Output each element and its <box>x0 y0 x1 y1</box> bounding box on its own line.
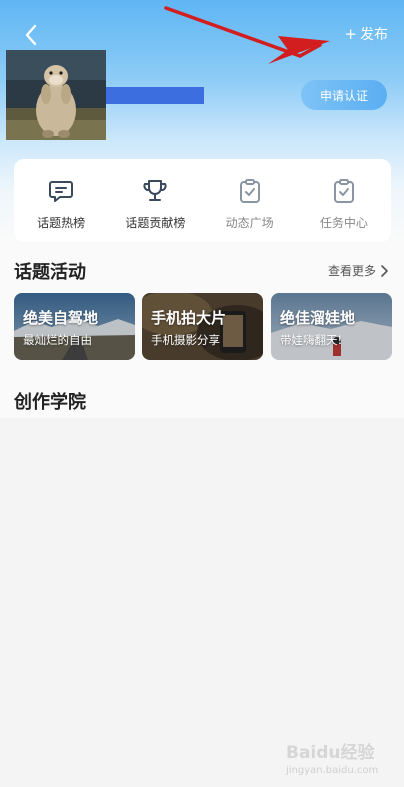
quick-menu-card: 话题热榜 话题贡献榜 动态广场 任务中心 <box>14 159 391 242</box>
quick-item-label: 动态广场 <box>225 216 274 230</box>
trophy-icon <box>143 180 167 201</box>
avatar[interactable] <box>6 50 106 140</box>
quick-item-topic-hot[interactable]: 话题热榜 <box>17 177 105 231</box>
topic-card-subtitle: 手机摄影分享 <box>151 333 220 347</box>
screen: + 发布 申请认证 话题热榜 话题贡献榜 动态广场 任务中心 话题活动 查看更多… <box>0 0 404 787</box>
topic-card-subtitle: 最灿烂的自由 <box>23 333 92 347</box>
topics-section-title: 话题活动 <box>14 262 86 283</box>
academy-section-title: 创作学院 <box>14 392 86 413</box>
plus-icon: + <box>344 25 357 43</box>
clipboard-check-icon <box>239 179 260 203</box>
chevron-left-icon <box>25 24 37 46</box>
topic-card-subtitle: 带娃嗨翻天! <box>280 333 343 347</box>
quick-item-label: 话题贡献榜 <box>125 216 186 230</box>
publish-button[interactable]: + 发布 <box>344 24 388 44</box>
quick-item-dynamic-square[interactable]: 动态广场 <box>206 177 294 231</box>
topic-card-title: 绝佳溜娃地 <box>280 309 356 327</box>
quick-item-label: 话题热榜 <box>37 216 86 230</box>
quick-item-label: 任务中心 <box>319 216 368 230</box>
username-redacted <box>106 87 204 104</box>
clipboard-check-icon <box>333 179 354 203</box>
topic-card-phone-photo[interactable]: 手机拍大片 手机摄影分享 <box>142 293 263 360</box>
see-more-label: 查看更多 <box>327 264 376 278</box>
quick-item-task-center[interactable]: 任务中心 <box>300 177 388 231</box>
topic-card-road-trip[interactable]: 绝美自驾地 最灿烂的自由 <box>14 293 135 360</box>
quick-item-topic-contribution[interactable]: 话题贡献榜 <box>111 177 199 231</box>
topic-card-title: 绝美自驾地 <box>23 309 99 327</box>
back-button[interactable] <box>18 22 44 48</box>
chat-list-icon <box>49 181 74 202</box>
content-background <box>0 418 404 787</box>
chevron-right-icon <box>381 264 388 277</box>
see-more-link[interactable]: 查看更多 <box>328 262 388 279</box>
topic-card-title: 手机拍大片 <box>151 309 227 327</box>
apply-certification-button[interactable]: 申请认证 <box>301 80 387 110</box>
publish-label: 发布 <box>360 27 388 43</box>
marmot-avatar-image <box>6 50 106 140</box>
topic-cards-row: 绝美自驾地 最灿烂的自由 手机拍大片 手机摄影分享 绝佳溜娃地 带娃嗨翻天! <box>14 293 392 360</box>
topic-card-kids-outing[interactable]: 绝佳溜娃地 带娃嗨翻天! <box>271 293 392 360</box>
